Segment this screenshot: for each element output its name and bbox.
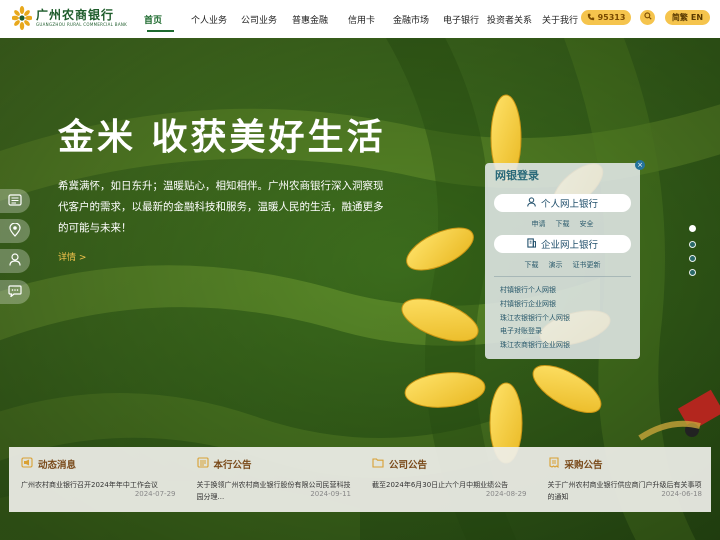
hero-description: 希冀满怀，如日东升；温暖贴心，相知相伴。广州农商银行深入洞察现代客户的需求，以最…	[58, 180, 384, 234]
news-bar: 动态消息 广州农村商业银行召开2024年年中工作会议 2024-07-29 本行…	[9, 447, 711, 512]
slide-dot-2[interactable]	[689, 241, 696, 248]
ebank-list-item[interactable]: 珠江农银银行个人网银	[500, 312, 570, 326]
ebank-list-item[interactable]: 珠江农商银行企业网银	[500, 339, 570, 353]
ebank-login-panel: × 网银登录 个人网上银行 申请 下载 安全 企业网上银行 下载 演示 证书更新…	[485, 160, 645, 359]
news-section-title[interactable]: 本行公告	[214, 457, 252, 471]
corporate-demo-link[interactable]: 演示	[549, 260, 563, 270]
ebank-close-button[interactable]: ×	[635, 160, 645, 170]
news-section-title[interactable]: 采购公告	[565, 457, 603, 471]
bank-logo-icon	[11, 5, 33, 31]
ebank-list-item[interactable]: 电子对账登录	[500, 325, 570, 339]
side-tool-location[interactable]	[0, 219, 30, 243]
receipt-icon	[548, 457, 560, 471]
personal-security-link[interactable]: 安全	[580, 219, 594, 229]
main-nav: 首页 个人业务 公司业务 普惠金融 信用卡 金融市场 电子银行 投资者关系 关于…	[144, 0, 584, 38]
ebank-title: 网银登录	[495, 169, 539, 182]
ebank-list-item[interactable]: 村镇银行个人网银	[500, 284, 570, 298]
search-button[interactable]	[640, 10, 655, 25]
slide-dot-4[interactable]	[689, 269, 696, 276]
side-tool-user[interactable]	[0, 249, 30, 273]
nav-item-financial-markets[interactable]: 金融市场	[393, 0, 441, 38]
personal-ebank-links: 申请 下载 安全	[485, 219, 640, 229]
hotline-number: 95313	[597, 13, 626, 22]
lang-english[interactable]: EN	[691, 13, 703, 22]
folder-icon	[372, 457, 384, 471]
news-date: 2024-06-18	[661, 490, 702, 498]
hero-details-link[interactable]: 详情 >	[58, 250, 86, 263]
site-header: 广州农商银行 GUANGZHOU RURAL COMMERCIAL BANK 首…	[0, 0, 720, 38]
megaphone-icon	[21, 457, 33, 471]
slide-dot-3[interactable]	[689, 255, 696, 262]
nav-item-inclusive-finance[interactable]: 普惠金融	[292, 0, 340, 38]
bank-name-cn: 广州农商银行	[36, 8, 115, 22]
user-icon	[9, 253, 21, 269]
chat-bubble-icon	[8, 284, 22, 300]
corporate-download-link[interactable]: 下载	[525, 260, 539, 270]
hotline-button[interactable]: 95313	[581, 10, 631, 25]
nav-item-e-banking[interactable]: 电子银行	[443, 0, 491, 38]
news-column-bank-notice: 本行公告 关于换领广州农村商业银行股份有限公司民营科技园分理... 2024-0…	[185, 447, 361, 512]
bank-logo[interactable]: 广州农商银行 GUANGZHOU RURAL COMMERCIAL BANK	[11, 5, 128, 31]
news-date: 2024-08-29	[485, 490, 527, 498]
news-section-title[interactable]: 公司公告	[389, 457, 427, 471]
news-column-company-notice: 公司公告 截至2024年6月30日止六个月中期业绩公告 2024-08-29	[360, 447, 536, 512]
ebank-list-item[interactable]: 村镇银行企业网银	[500, 298, 570, 312]
notice-board-icon	[196, 457, 209, 471]
personal-download-link[interactable]: 下载	[556, 219, 570, 229]
nav-item-home[interactable]: 首页	[144, 0, 177, 38]
side-tool-chat[interactable]	[0, 280, 30, 304]
corporate-ebank-links: 下载 演示 证书更新	[485, 260, 640, 270]
nav-item-about-us[interactable]: 关于我行	[542, 0, 584, 38]
side-tool-id-card[interactable]	[0, 189, 30, 213]
user-icon	[527, 196, 536, 210]
personal-apply-link[interactable]: 申请	[532, 219, 546, 229]
lang-chinese[interactable]: 简繁	[672, 12, 688, 23]
news-column-dynamic: 动态消息 广州农村商业银行召开2024年年中工作会议 2024-07-29	[9, 447, 185, 512]
bank-name-en: GUANGZHOU RURAL COMMERCIAL BANK	[36, 22, 128, 27]
personal-ebank-button[interactable]: 个人网上银行	[494, 194, 631, 212]
news-column-procurement: 采购公告 关于广州农村商业银行供应商门户升级后有关事项的通知 2024-06-1…	[536, 447, 712, 512]
building-icon	[527, 237, 537, 251]
news-section-title[interactable]: 动态消息	[38, 457, 76, 471]
corporate-cert-update-link[interactable]: 证书更新	[573, 260, 601, 270]
hero-title: 金米 收获美好生活	[58, 117, 386, 158]
nav-item-corporate[interactable]: 公司业务	[241, 0, 289, 38]
ebank-other-links: 村镇银行个人网银 村镇银行企业网银 珠江农银银行个人网银 电子对账登录 珠江农商…	[500, 284, 570, 353]
location-pin-icon	[9, 221, 21, 240]
phone-icon	[587, 13, 595, 23]
news-date: 2024-07-29	[134, 490, 176, 498]
news-date: 2024-09-11	[310, 490, 351, 498]
slide-dot-1[interactable]	[689, 225, 696, 232]
nav-item-investor-relations[interactable]: 投资者关系	[487, 0, 542, 38]
id-card-icon	[8, 193, 22, 209]
nav-item-credit-card[interactable]: 信用卡	[348, 0, 386, 38]
ebank-divider	[494, 276, 631, 277]
search-icon	[643, 12, 652, 23]
nav-item-personal[interactable]: 个人业务	[191, 0, 239, 38]
corporate-ebank-button[interactable]: 企业网上银行	[494, 235, 631, 253]
language-switch[interactable]: 简繁 EN	[665, 10, 710, 25]
